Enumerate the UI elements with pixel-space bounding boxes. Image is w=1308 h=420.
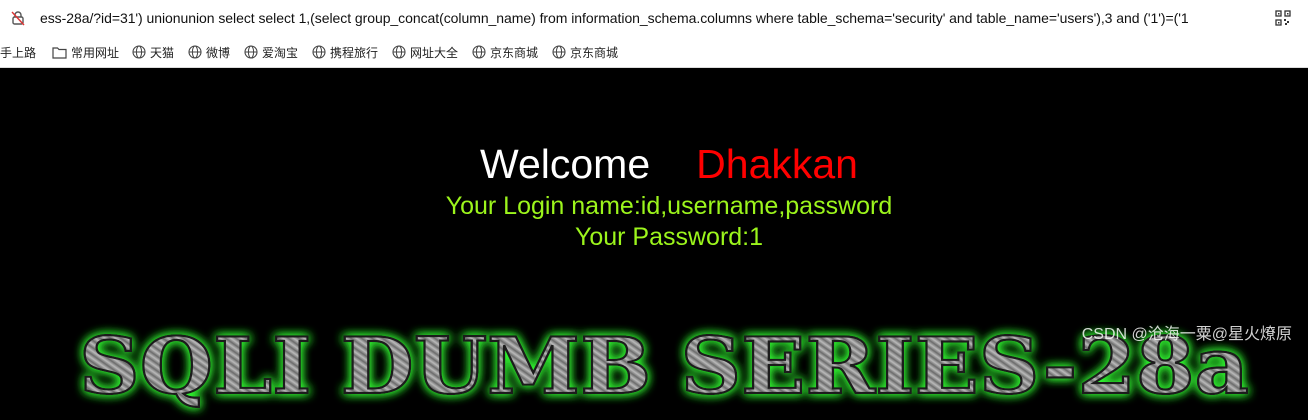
bookmark-item[interactable]: 爱淘宝 xyxy=(244,43,298,61)
series-title-text: SQLI DUMB SERIES-28a xyxy=(79,321,1249,412)
bookmark-item[interactable]: 手上路 xyxy=(0,43,36,61)
globe-icon xyxy=(472,45,486,59)
series-title-banner: SQLI DUMB SERIES-28a xyxy=(0,293,1308,420)
bookmark-label: 爱淘宝 xyxy=(262,45,299,60)
site-info-lock-icon[interactable] xyxy=(10,10,26,26)
bookmark-label: 天猫 xyxy=(150,45,175,60)
bookmark-item[interactable]: 网址大全 xyxy=(392,43,458,61)
bookmark-label: 常用网址 xyxy=(71,45,120,60)
bookmark-item[interactable]: 京东商城 xyxy=(472,43,538,61)
user-name: Dhakkan xyxy=(696,141,858,187)
bookmark-item[interactable]: 京东商城 xyxy=(552,43,618,61)
bookmark-label: 手上路 xyxy=(0,45,37,60)
page-content: Welcome Dhakkan Your Login name:id,userna… xyxy=(0,68,1308,420)
welcome-text: Welcome xyxy=(480,141,651,187)
password-result: Your Password:1 xyxy=(574,223,764,251)
globe-icon xyxy=(244,45,258,59)
globe-icon xyxy=(392,45,406,59)
bookmark-label: 网址大全 xyxy=(410,45,459,60)
qr-code-icon[interactable] xyxy=(1275,10,1291,26)
bookmark-label: 京东商城 xyxy=(570,45,619,60)
bookmark-item[interactable]: 微博 xyxy=(188,43,230,61)
welcome-line: Welcome Dhakkan xyxy=(0,140,1308,188)
bookmarks-bar: 手上路 常用网址 天猫 微博 爱淘宝 携程旅行 网址大全 京东商城 京东商城 xyxy=(0,36,1308,68)
globe-icon xyxy=(552,45,566,59)
bookmark-label: 微博 xyxy=(206,45,231,60)
bookmark-label: 携程旅行 xyxy=(330,45,379,60)
bookmark-folder[interactable]: 常用网址 xyxy=(52,43,119,61)
watermark-text: CSDN @沧海一粟@星火燎原 xyxy=(1081,326,1292,343)
bookmark-label: 京东商城 xyxy=(490,45,539,60)
bookmark-item[interactable]: 携程旅行 xyxy=(312,43,378,61)
login-name-result: Your Login name:id,username,password xyxy=(445,192,893,220)
address-bar[interactable]: ess-28a/?id=31') unionunion select selec… xyxy=(0,0,1308,36)
folder-icon xyxy=(52,46,67,59)
bookmark-item[interactable]: 天猫 xyxy=(132,43,174,61)
globe-icon xyxy=(188,45,202,59)
url-text[interactable]: ess-28a/?id=31') unionunion select selec… xyxy=(40,10,1270,28)
globe-icon xyxy=(312,45,326,59)
globe-icon xyxy=(132,45,146,59)
